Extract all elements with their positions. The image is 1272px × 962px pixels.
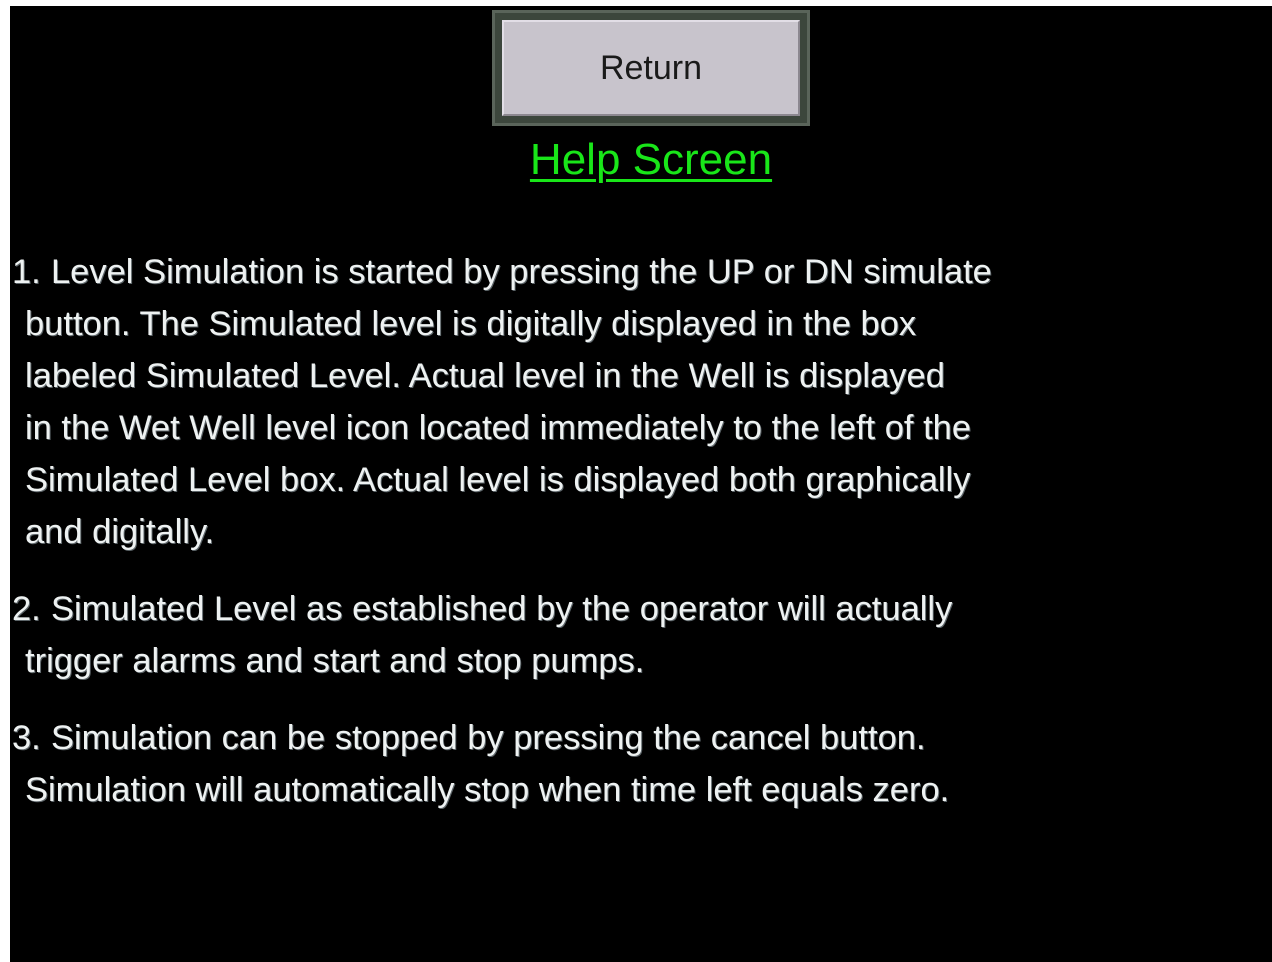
help-paragraph-2: 2. Simulated Level as established by the… (12, 583, 1242, 687)
help-line: Simulation will automatically stop when … (25, 771, 950, 809)
help-line: Simulated Level as established by the op… (51, 590, 953, 628)
paragraph-number: 3. (12, 719, 41, 757)
paragraph-number: 1. (12, 253, 41, 291)
page-title: Help Screen (529, 135, 773, 184)
help-line: trigger alarms and start and stop pumps. (25, 642, 645, 680)
help-line: Simulation can be stopped by pressing th… (51, 719, 926, 757)
help-line: and digitally. (25, 513, 215, 551)
help-paragraph-1: 1. Level Simulation is started by pressi… (12, 246, 1242, 558)
help-line: Simulated Level box. Actual level is dis… (25, 461, 971, 499)
return-button[interactable]: Return (502, 20, 800, 116)
help-line: in the Wet Well level icon located immed… (25, 409, 972, 447)
paragraph-number: 2. (12, 590, 41, 628)
help-line: button. The Simulated level is digitally… (25, 305, 917, 343)
help-paragraph-3: 3. Simulation can be stopped by pressing… (12, 712, 1242, 816)
help-text: 1. Level Simulation is started by pressi… (12, 246, 1242, 826)
return-button-frame: Return (492, 10, 810, 126)
help-line: labeled Simulated Level. Actual level in… (25, 357, 945, 395)
help-screen: Return Help Screen 1. Level Simulation i… (10, 6, 1272, 962)
help-line: Level Simulation is started by pressing … (51, 253, 992, 291)
